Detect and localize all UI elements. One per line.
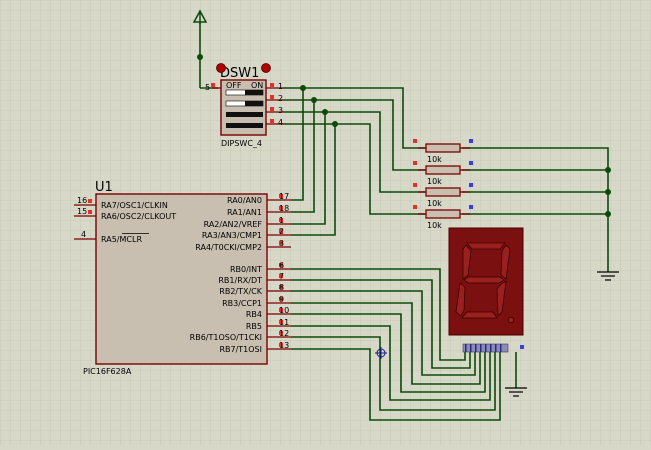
dip-slot-3[interactable] [226, 112, 263, 117]
dip-left-indicator [216, 63, 226, 73]
mcu-pin-num: 18 [279, 204, 289, 213]
pin-marker [270, 107, 274, 111]
display-pin [500, 344, 502, 352]
resistor-body [425, 165, 461, 175]
decimal-point [508, 317, 514, 323]
pin-marker [469, 161, 473, 165]
junction-dot [322, 109, 328, 115]
pin-marker [469, 183, 473, 187]
display-pin [485, 344, 487, 352]
dip-lever-1[interactable] [245, 90, 263, 95]
mcu-pin-num: 17 [279, 192, 289, 201]
dip-on-label: ON [251, 81, 263, 90]
mcu-pin-num: 2 [279, 227, 284, 236]
junction-dot [311, 97, 317, 103]
resistor-body [425, 209, 461, 219]
mcu-pin-name: RA4/T0CKI/CMP2 [195, 243, 262, 252]
resistor-value: 10k [427, 177, 442, 186]
resistor-value: 10k [427, 221, 442, 230]
mcu-pin-name: RB6/T1OSO/T1CKI [190, 333, 262, 342]
mcu-pin-name: RA6/OSC2/CLKOUT [101, 212, 176, 221]
display-pin [475, 344, 477, 352]
dip-part-name: DIPSWC_4 [221, 139, 262, 148]
mcu-pin-num: 10 [279, 306, 289, 315]
mcu-pin-name: RB0/INT [230, 265, 262, 274]
pin-marker [413, 161, 417, 165]
pin-marker [413, 139, 417, 143]
junction-dot [300, 85, 306, 91]
mcu-pin-name: RA2/AN2/VREF [204, 220, 263, 229]
dip-off-label: OFF [226, 81, 242, 90]
pin-marker [413, 183, 417, 187]
pin-marker [270, 119, 274, 123]
mcu-pin-num: 9 [279, 295, 284, 304]
mcu-pin-name: RB4 [246, 310, 262, 319]
mcu-u1[interactable]: U1 PIC16F628A 16 15 4 RA7/OSC1/CLKIN RA6… [74, 180, 291, 376]
pin-marker [520, 345, 524, 349]
mcu-pin-name: RA5/MCLR [101, 235, 142, 244]
dip-pin-num: 4 [278, 118, 283, 127]
dip-pin-num: 1 [278, 82, 283, 91]
pin-marker [270, 95, 274, 99]
schematic-canvas[interactable]: DSW1 OFF ON 5 1 2 3 4 DIPSWC_4 U1 PIC16F… [0, 0, 651, 445]
mcu-pin-name: RB3/CCP1 [222, 299, 262, 308]
seven-segment-display[interactable]: 8 [448, 227, 524, 353]
mcu-pin-name: RA1/AN1 [227, 208, 262, 217]
dip-lever-2[interactable] [245, 101, 263, 106]
pin-marker [270, 83, 274, 87]
display-pin [495, 344, 497, 352]
resistor-body [425, 187, 461, 197]
mcu-pin-num: 6 [279, 261, 284, 270]
mcu-pin-name: RA7/OSC1/CLKIN [101, 201, 168, 210]
pin-marker [211, 83, 215, 87]
pin-marker [469, 205, 473, 209]
display-pin [465, 344, 467, 352]
junction-dot [605, 211, 611, 217]
mcu-pin-num: 15 [77, 207, 87, 216]
pin-marker [88, 199, 92, 203]
mcu-pin-num: 7 [279, 272, 284, 281]
dip-ref: DSW1 [220, 66, 259, 81]
display-pin [470, 344, 472, 352]
display-pin [490, 344, 492, 352]
dip-slot-4[interactable] [226, 123, 263, 128]
junction-dot [197, 54, 203, 60]
mcu-pin-name: RA0/AN0 [227, 196, 262, 205]
mcu-pin-name: RB7/T1OSI [219, 345, 262, 354]
dip-common-pin-num: 5 [205, 83, 210, 92]
mcu-pin-name: RB1/RX/DT [218, 276, 262, 285]
pin-marker [88, 210, 92, 214]
mcu-pin-num: 13 [279, 341, 289, 350]
segment-d [461, 311, 498, 319]
mcu-pin-num: 1 [279, 216, 284, 225]
segment-a [466, 242, 506, 250]
junction-dot [332, 121, 338, 127]
mcu-ref: U1 [95, 180, 113, 195]
mcu-pin-num: 12 [279, 329, 289, 338]
mcu-pin-num: 3 [279, 239, 284, 248]
pin-marker [413, 205, 417, 209]
resistor-body [425, 143, 461, 153]
segment-g [463, 276, 505, 284]
mcu-pin-num: 16 [77, 196, 87, 205]
schematic-svg[interactable]: DSW1 OFF ON 5 1 2 3 4 DIPSWC_4 U1 PIC16F… [0, 0, 651, 445]
pin-marker [469, 139, 473, 143]
mcu-pin-num: 8 [279, 283, 284, 292]
mcu-pin-name: RB2/TX/CK [219, 287, 262, 296]
dip-pin-num: 2 [278, 94, 283, 103]
resistor-value: 10k [427, 155, 442, 164]
mcu-part-name: PIC16F628A [83, 367, 132, 376]
dip-pin-num: 3 [278, 106, 283, 115]
display-pin [480, 344, 482, 352]
junction-dot [605, 189, 611, 195]
mcu-pin-name: RA3/AN3/CMP1 [202, 231, 262, 240]
junction-dot [605, 167, 611, 173]
mcu-pin-num: 11 [279, 318, 289, 327]
mcu-pin-name: RB5 [246, 322, 262, 331]
mcu-pin-num: 4 [81, 230, 86, 239]
dip-right-indicator [261, 63, 271, 73]
resistor-value: 10k [427, 199, 442, 208]
